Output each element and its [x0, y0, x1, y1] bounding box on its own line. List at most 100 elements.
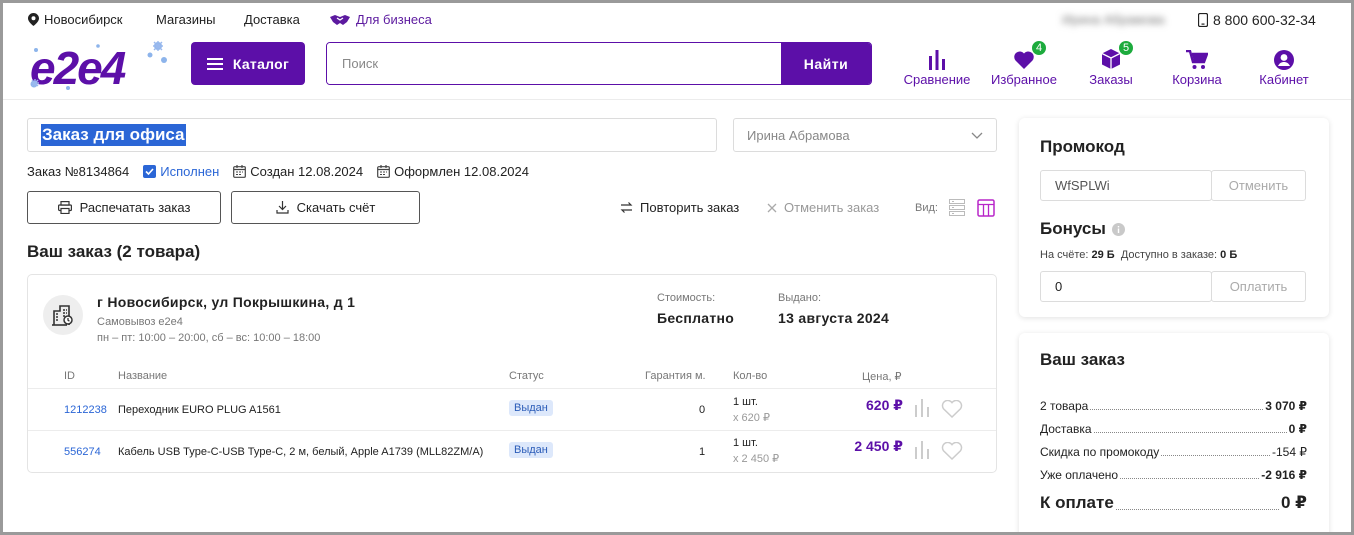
- print-order-button[interactable]: Распечатать заказ: [27, 191, 221, 224]
- order-summary-card: Ваш заказ 2 товара 3 070 ₽ Доставка 0 ₽ Ск…: [1019, 333, 1329, 535]
- order-placed-label: Оформлен 12.08.2024: [394, 164, 529, 179]
- nav-account[interactable]: Кабинет: [1244, 44, 1324, 87]
- order-status: Исполнен: [143, 164, 219, 179]
- chevron-down-icon: [971, 132, 983, 139]
- issued-value: 13 августа 2024: [778, 310, 890, 326]
- header-divider: [3, 99, 1351, 100]
- cost-label: Стоимость:: [657, 292, 716, 304]
- product-id-link[interactable]: 1212238: [64, 404, 107, 416]
- promo-title: Промокод: [1040, 137, 1125, 156]
- order-created-label: Создан 12.08.2024: [250, 164, 364, 179]
- nav-compare[interactable]: Сравнение: [897, 44, 977, 87]
- summary-total-value: 0 ₽: [1280, 493, 1307, 512]
- handshake-icon: [330, 14, 350, 25]
- cancel-order-label: Отменить заказ: [784, 200, 880, 215]
- top-bar: Новосибирск Магазины Доставка Для бизнес…: [28, 12, 1328, 30]
- repeat-order-label: Повторить заказ: [640, 200, 740, 215]
- bonus-account-label: На счёте:: [1040, 249, 1089, 261]
- city-label: Новосибирск: [44, 12, 123, 27]
- view-table-toggle[interactable]: [977, 199, 995, 222]
- repeat-icon: [620, 202, 633, 213]
- download-icon: [276, 201, 289, 214]
- compare-toggle[interactable]: [915, 399, 929, 422]
- bonus-amount-field[interactable]: 0: [1040, 271, 1212, 302]
- nav-cart-label: Корзина: [1172, 72, 1222, 87]
- summary-row-total: К оплате 0 ₽: [1040, 493, 1307, 513]
- status-badge: Выдан: [509, 442, 553, 458]
- summary-discount-label: Скидка по промокоду: [1040, 445, 1160, 459]
- bonus-pay-button[interactable]: Оплатить: [1211, 271, 1306, 302]
- logo-graphic: e2e4: [30, 41, 167, 94]
- bar-chart-icon: [928, 44, 946, 70]
- cost-value: Бесплатно: [657, 310, 735, 326]
- e2e4-logo[interactable]: e2e4: [26, 40, 172, 94]
- nav-favorites[interactable]: 4 Избранное: [984, 40, 1064, 87]
- calendar-icon: [377, 165, 391, 178]
- store-building-icon: [43, 295, 83, 335]
- table-row: 556274 Кабель USB Type-C-USB Type-C, 2 м…: [28, 431, 996, 473]
- order-title-text: Заказ для офиса: [41, 124, 186, 146]
- download-invoice-button[interactable]: Скачать счёт: [231, 191, 420, 224]
- table-row: 1212238 Переходник EURO PLUG A1561 Выдан…: [28, 389, 996, 430]
- search-button[interactable]: Найти: [781, 43, 871, 84]
- bonus-info: На счёте: 29 Б Доступно в заказе: 0 Б: [1040, 249, 1237, 261]
- search-input[interactable]: [327, 43, 781, 84]
- nav-account-label: Кабинет: [1259, 72, 1309, 87]
- phone-link[interactable]: 8 800 600-32-34: [1198, 12, 1316, 28]
- cancel-order-button[interactable]: Отменить заказ: [767, 200, 879, 215]
- person-select[interactable]: Ирина Абрамова: [733, 118, 997, 152]
- search-bar: Найти: [326, 42, 872, 85]
- summary-items-value: 3 070 ₽: [1265, 399, 1307, 413]
- shipment-card: г Новосибирск, ул Покрышкина, д 1 Самовы…: [27, 274, 997, 473]
- nav-cart[interactable]: Корзина: [1157, 44, 1237, 87]
- view-label: Вид:: [915, 202, 938, 214]
- bonus-heading: Бонусы: [1040, 219, 1125, 239]
- product-name-link[interactable]: Переходник EURO PLUG A1561: [118, 404, 281, 416]
- favorite-toggle[interactable]: [941, 399, 963, 423]
- download-invoice-label: Скачать счёт: [296, 200, 376, 215]
- qty-value: 1 шт.: [733, 396, 758, 408]
- logo-text: e2e4: [30, 42, 126, 92]
- product-id-link[interactable]: 556274: [64, 446, 101, 458]
- order-heading: Ваш заказ (2 товара): [27, 242, 201, 261]
- summary-total-label: К оплате: [1040, 493, 1114, 512]
- catalog-label: Каталог: [232, 55, 290, 72]
- summary-delivery-label: Доставка: [1040, 422, 1092, 436]
- business-link[interactable]: Для бизнеса: [329, 12, 432, 27]
- heart-outline-icon: [941, 441, 963, 461]
- calendar-icon: [233, 165, 247, 178]
- promo-code-field[interactable]: WfSPLWi: [1040, 170, 1212, 201]
- stores-link[interactable]: Магазины: [156, 12, 216, 27]
- view-list-toggle[interactable]: [949, 199, 965, 221]
- warranty-value: 0: [699, 404, 706, 416]
- catalog-button[interactable]: Каталог: [191, 42, 305, 85]
- city-selector[interactable]: Новосибирск: [28, 12, 123, 27]
- product-name-link[interactable]: Кабель USB Type-C-USB Type-C, 2 м, белый…: [118, 446, 483, 458]
- row-price: 620 ₽: [866, 397, 903, 413]
- bonus-title: Бонусы: [1040, 219, 1106, 238]
- order-placed: Оформлен 12.08.2024: [377, 164, 529, 179]
- bonus-available-value: 0 Б: [1220, 249, 1238, 261]
- order-meta: Заказ №8134864 Исполнен Создан 12.08.202…: [27, 164, 543, 179]
- favorite-toggle[interactable]: [941, 441, 963, 465]
- summary-row-items: 2 товара 3 070 ₽: [1040, 399, 1307, 413]
- repeat-order-button[interactable]: Повторить заказ: [620, 200, 739, 215]
- info-icon: [1111, 222, 1125, 236]
- compare-toggle[interactable]: [915, 441, 929, 464]
- nav-orders[interactable]: 5 Заказы: [1071, 40, 1151, 87]
- col-header-price: Цена, ₽: [862, 371, 902, 383]
- summary-row-discount: Скидка по промокоду -154 ₽: [1040, 445, 1307, 459]
- delivery-link[interactable]: Доставка: [244, 12, 300, 27]
- col-header-id: ID: [64, 370, 75, 382]
- compare-icon: [915, 399, 929, 417]
- nav-favorites-label: Избранное: [991, 72, 1057, 87]
- summary-delivery-value: 0 ₽: [1288, 422, 1307, 436]
- business-label: Для бизнеса: [356, 12, 432, 27]
- pickup-type: Самовывоз e2e4: [97, 316, 183, 328]
- print-order-label: Распечатать заказ: [79, 200, 191, 215]
- col-header-qty: Кол-во: [733, 370, 768, 382]
- heart-icon: 4: [1013, 40, 1047, 70]
- user-icon: [1274, 44, 1294, 70]
- order-title-field[interactable]: Заказ для офиса: [27, 118, 717, 152]
- promo-cancel-button[interactable]: Отменить: [1211, 170, 1306, 201]
